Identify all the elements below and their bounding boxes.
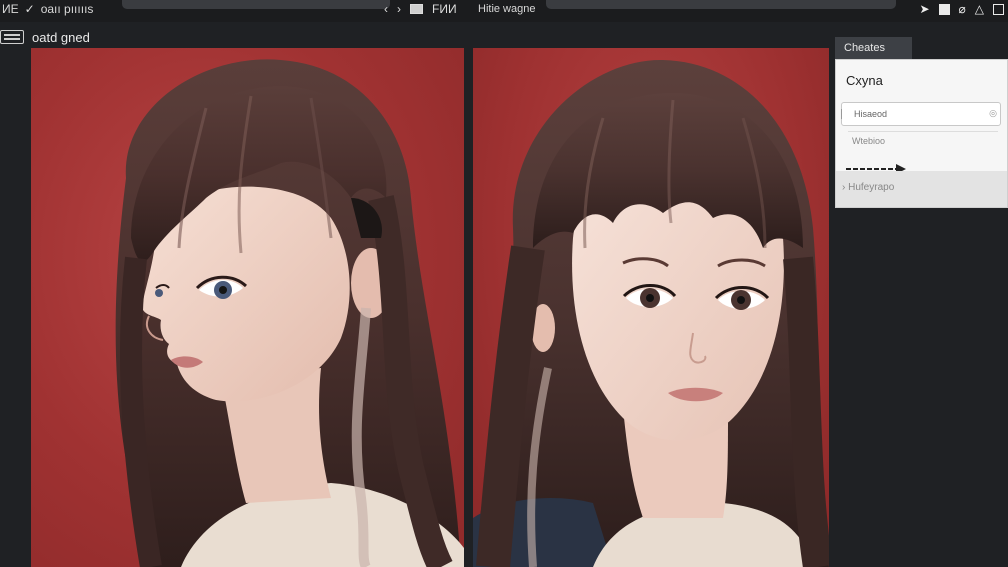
dropdown-footer-item[interactable]: › Hufeyrapo (836, 171, 1007, 207)
panel-tab[interactable]: Cheates (835, 37, 912, 59)
toolbar-left-group: ИE ✓ oaıı pıııııs (2, 2, 93, 16)
mid-label[interactable]: FИИ (432, 2, 457, 16)
toolbar-right-group: ➤ ⌀ △ (919, 2, 1004, 16)
dropdown-footer-label: Hufeyrapo (848, 182, 895, 193)
address-field[interactable] (122, 0, 390, 9)
properties-dropdown: Cxyna Hisaeod ◎ Wtebioo › Hufeyrapo (835, 59, 1008, 208)
pencil-icon[interactable]: ✓ (25, 2, 35, 16)
square-icon[interactable] (938, 3, 950, 15)
layout-grid-icon[interactable] (0, 30, 24, 44)
canvas-header: oatd gned (0, 28, 90, 46)
frame-icon[interactable] (993, 3, 1004, 15)
spinner-icon[interactable]: ◎ (989, 108, 997, 119)
text-cursor (841, 109, 844, 119)
window-icon[interactable] (410, 4, 423, 14)
canvas-title: oatd gned (32, 29, 90, 45)
dropdown-input-value: Hisaeod (854, 109, 888, 119)
dropdown-title: Cxyna (846, 73, 883, 88)
document-label[interactable]: Hitie wagne (478, 3, 535, 15)
tool-label[interactable]: oaıı pıııııs (41, 2, 94, 16)
search-field[interactable] (546, 0, 896, 9)
toolbar-mid-group: ‹ › FИИ (384, 2, 457, 16)
eyedropper-icon[interactable]: ⌀ (959, 2, 966, 16)
footer-bullet-icon: › (842, 182, 846, 193)
app-menu-label[interactable]: ИE (2, 2, 19, 16)
top-toolbar: ИE ✓ oaıı pıııııs ‹ › FИИ Hitie wagne ➤ … (0, 0, 1008, 22)
portrait-side-profile-image (115, 59, 464, 567)
input-underline (848, 131, 998, 132)
dropdown-input[interactable]: Hisaeod ◎ (841, 102, 1001, 126)
portrait-front-image (473, 59, 829, 567)
image-panel-right[interactable] (473, 48, 829, 567)
cursor-icon[interactable]: ➤ (919, 2, 929, 16)
back-arrow-icon[interactable]: ‹ (384, 2, 388, 16)
warning-icon[interactable]: △ (975, 2, 984, 16)
image-panel-left[interactable] (31, 48, 464, 567)
forward-arrow-icon[interactable]: › (397, 2, 401, 16)
dropdown-sub-label: Wtebioo (852, 136, 886, 146)
